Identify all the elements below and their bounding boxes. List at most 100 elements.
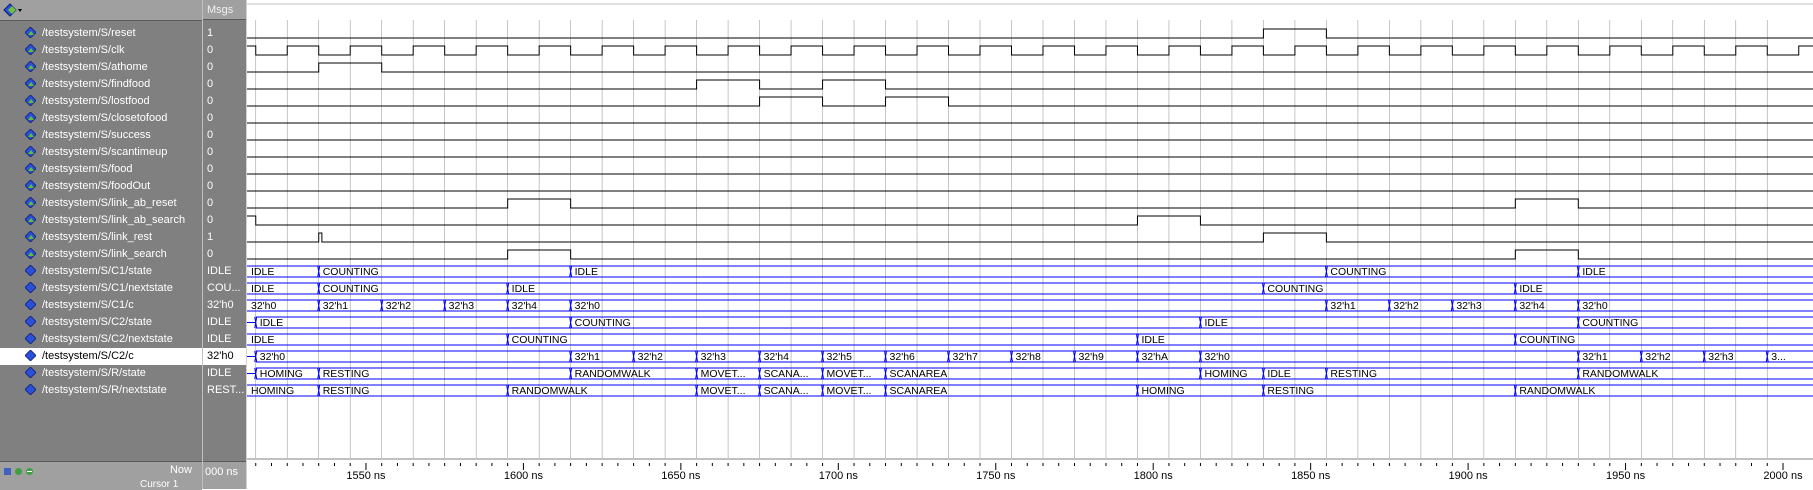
bus-value-label: COUNTING <box>1582 317 1638 329</box>
signal-name: /testsystem/S/closetofood <box>42 112 168 124</box>
signal-row[interactable]: /testsystem/S/foodOut <box>0 178 202 195</box>
bus-value-label: RESTING <box>1267 385 1314 397</box>
signal-row[interactable]: /testsystem/S/food <box>0 161 202 178</box>
signal-icon <box>25 299 36 310</box>
timeline-label: 1750 ns <box>976 470 1016 482</box>
signal-row[interactable]: /testsystem/S/R/state <box>0 365 202 382</box>
timeline-label: 1600 ns <box>504 470 544 482</box>
signal-name: /testsystem/S/foodOut <box>42 180 151 192</box>
bus-value-label: SCANA... <box>764 368 809 380</box>
signal-name: /testsystem/S/C2/state <box>42 316 153 328</box>
signal-name: /testsystem/S/C1/state <box>42 265 153 277</box>
signal-value: 0 <box>207 61 214 73</box>
wave-toolbar-icon[interactable] <box>3 3 23 17</box>
signal-icon <box>25 214 36 225</box>
bus-value-label: 32'h8 <box>1016 351 1042 363</box>
signal-row[interactable]: /testsystem/S/link_search <box>0 246 202 263</box>
signal-icon <box>25 367 36 378</box>
signal-icon <box>25 333 36 344</box>
signal-row[interactable]: /testsystem/S/athome <box>0 59 202 76</box>
bus-value-label: 3... <box>1771 351 1786 363</box>
bus-value-label: 32'h1 <box>1330 300 1356 312</box>
signal-name: /testsystem/S/link_ab_reset <box>42 197 177 209</box>
signal-name: /testsystem/S/clk <box>42 44 125 56</box>
cursor-add-icon[interactable] <box>3 467 12 476</box>
signal-row[interactable]: /testsystem/S/success <box>0 127 202 144</box>
signal-name: /testsystem/S/athome <box>42 61 148 73</box>
bus-segment <box>569 299 1327 312</box>
bus-value-label: MOVET... <box>701 385 746 397</box>
signal-name: /testsystem/S/R/nextstate <box>42 384 167 396</box>
bus-value-label: 32'h3 <box>701 351 727 363</box>
now-label: Now <box>169 464 192 476</box>
signal-name: /testsystem/S/findfood <box>42 78 151 90</box>
waveform-canvas[interactable]: IDLE COUNTING IDLE COUNTING IDLE IDLE COUNTING… <box>247 0 1813 489</box>
signal-icon <box>25 146 36 157</box>
cursor-lock-icon[interactable] <box>14 467 23 476</box>
bus-value-label: IDLE <box>575 266 598 278</box>
signal-row[interactable]: /testsystem/S/lostfood <box>0 93 202 110</box>
signal-name: /testsystem/S/lostfood <box>42 95 150 107</box>
bus-value-label: 32'h3 <box>449 300 475 312</box>
bus-segment <box>569 265 1327 278</box>
bus-value-label: 32'h4 <box>764 351 790 363</box>
signal-name: /testsystem/S/C1/c <box>42 299 134 311</box>
cursor-remove-icon[interactable] <box>25 467 34 476</box>
signal-row[interactable]: /testsystem/S/C2/c <box>0 348 202 365</box>
bus-value-label: SCANAREA <box>890 385 948 397</box>
signal-icon <box>25 27 36 38</box>
signal-name: /testsystem/S/reset <box>42 27 136 39</box>
bus-value-label: SCANA... <box>764 385 809 397</box>
digital-waveform <box>247 249 1813 260</box>
timeline-label: 2000 ns <box>1763 470 1803 482</box>
bus-segment <box>1198 350 1579 363</box>
footer-bar: Now Cursor 1 <box>0 461 202 490</box>
signal-name: /testsystem/S/food <box>42 163 133 175</box>
bus-value-label: COUNTING <box>575 317 631 329</box>
bus-value-label: RANDOMWALK <box>1582 368 1658 380</box>
signal-value: IDLE <box>207 316 232 328</box>
bus-value-label: RANDOMWALK <box>512 385 588 397</box>
signal-value: 0 <box>207 112 214 124</box>
signal-row[interactable]: /testsystem/S/link_rest <box>0 229 202 246</box>
bus-value-label: 32'hA <box>1141 351 1168 363</box>
signal-row[interactable]: /testsystem/S/link_ab_reset <box>0 195 202 212</box>
signal-icon <box>25 61 36 72</box>
bus-value-label: 32'h3 <box>1456 300 1482 312</box>
cursor-label: Cursor 1 <box>140 479 179 490</box>
bus-value-label: 32'h6 <box>890 351 916 363</box>
bus-value-label: 32'h2 <box>1393 300 1419 312</box>
signal-row[interactable]: /testsystem/S/C1/nextstate <box>0 280 202 297</box>
signal-row[interactable]: /testsystem/S/clk <box>0 42 202 59</box>
signal-row[interactable]: /testsystem/S/findfood <box>0 76 202 93</box>
signal-row[interactable]: /testsystem/S/C2/state <box>0 314 202 331</box>
signal-row[interactable]: /testsystem/S/C2/nextstate <box>0 331 202 348</box>
bus-value-label: HOMING <box>1204 368 1247 380</box>
bus-value-label: 32'h0 <box>1204 351 1230 363</box>
signal-row[interactable]: /testsystem/S/link_ab_search <box>0 212 202 229</box>
signal-value: 0 <box>207 163 214 175</box>
signal-icon <box>25 95 36 106</box>
signal-icon <box>25 163 36 174</box>
timeline-label: 1950 ns <box>1606 470 1646 482</box>
timeline-label: 1900 ns <box>1449 470 1489 482</box>
now-value: 000 ns <box>203 461 246 489</box>
signal-value: 0 <box>207 78 214 90</box>
bus-value-label: COUNTING <box>1267 283 1323 295</box>
bus-segment <box>1513 282 1813 295</box>
signal-row[interactable]: /testsystem/S/C1/c <box>0 297 202 314</box>
signal-row[interactable]: /testsystem/S/scantimeup <box>0 144 202 161</box>
signal-row[interactable]: /testsystem/S/closetofood <box>0 110 202 127</box>
signal-row[interactable]: /testsystem/S/reset <box>0 25 202 42</box>
signal-value: 1 <box>207 27 214 39</box>
msgs-header: Msgs <box>203 0 246 20</box>
bus-value-label: IDLE <box>1519 283 1542 295</box>
signal-value: IDLE <box>207 333 232 345</box>
bus-value-label: HOMING <box>1141 385 1184 397</box>
bus-value-label: SCANAREA <box>890 368 948 380</box>
bus-value-label: IDLE <box>251 334 274 346</box>
bus-value-label: 32'h4 <box>512 300 538 312</box>
signal-row[interactable]: /testsystem/S/C1/state <box>0 263 202 280</box>
signal-row[interactable]: /testsystem/S/R/nextstate <box>0 382 202 399</box>
bus-value-label: 32'h2 <box>638 351 664 363</box>
